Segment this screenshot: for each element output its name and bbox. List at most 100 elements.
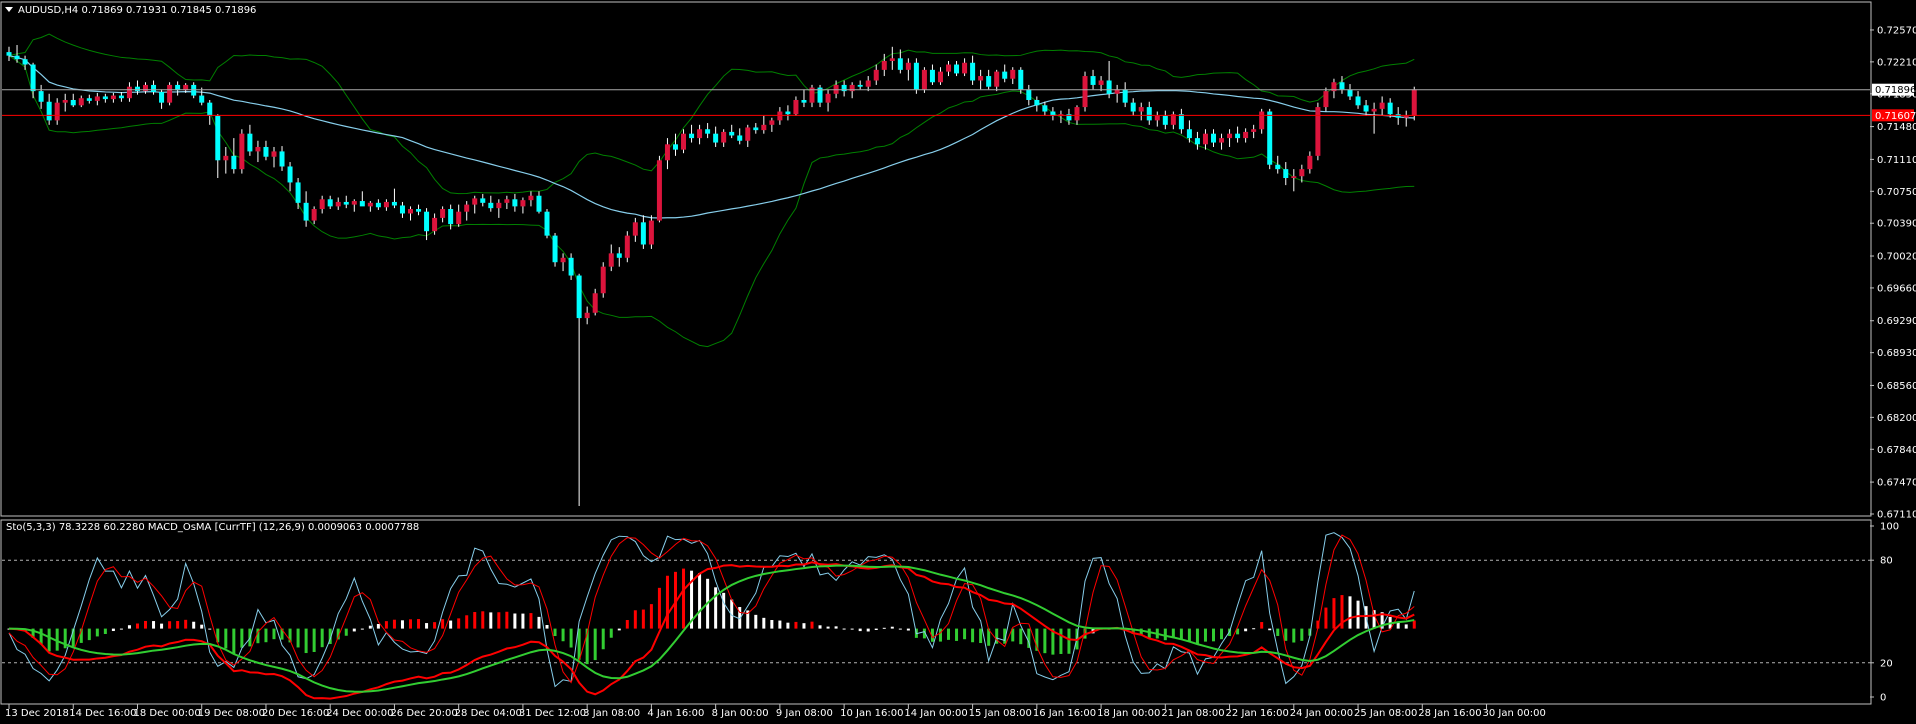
bear-candle bbox=[857, 84, 863, 87]
bear-candle bbox=[1178, 114, 1184, 130]
bull-candle bbox=[496, 202, 502, 209]
bull-candle bbox=[994, 71, 1000, 87]
bear-candle bbox=[134, 86, 140, 92]
osma-bar bbox=[1067, 628, 1071, 654]
bear-candle bbox=[897, 58, 903, 70]
bull-candle bbox=[632, 222, 638, 236]
bear-candle bbox=[753, 127, 759, 131]
time-tick-label: 26 Dec 20:00 bbox=[390, 708, 457, 719]
bull-candle bbox=[456, 211, 462, 225]
bull-candle bbox=[94, 96, 100, 101]
osma-bar bbox=[553, 628, 557, 637]
osma-bar bbox=[1187, 628, 1191, 642]
osma-bar bbox=[103, 628, 107, 634]
bear-candle bbox=[1026, 89, 1032, 100]
osma-bar bbox=[963, 628, 967, 640]
bull-candle bbox=[167, 84, 173, 103]
bear-candle bbox=[1146, 107, 1152, 121]
bear-candle bbox=[215, 115, 221, 161]
osma-bar bbox=[513, 613, 517, 629]
bear-candle bbox=[359, 201, 365, 207]
osc-tick-label: 100 bbox=[1880, 522, 1899, 533]
time-tick-label: 8 Jan 00:00 bbox=[712, 708, 769, 719]
bear-candle bbox=[247, 133, 253, 152]
osma-bar bbox=[497, 612, 501, 629]
bull-candle bbox=[432, 217, 438, 232]
osma-bar bbox=[111, 628, 115, 632]
osma-bar bbox=[376, 623, 380, 629]
price-tick-label: 0.69660 bbox=[1877, 283, 1916, 294]
bull-candle bbox=[1307, 155, 1313, 170]
osma-bar bbox=[441, 619, 445, 629]
bear-candle bbox=[343, 201, 349, 205]
osma-bar bbox=[1268, 628, 1272, 631]
price-pane-frame bbox=[0, 1, 1872, 517]
osma-bar bbox=[1179, 628, 1183, 640]
osma-bar bbox=[489, 612, 493, 629]
osma-bar bbox=[304, 628, 308, 654]
bear-candle bbox=[729, 131, 735, 136]
osma-bar bbox=[1404, 624, 1408, 629]
osma-bar bbox=[714, 587, 718, 629]
bull-candle bbox=[1291, 176, 1297, 179]
bear-candle bbox=[1355, 96, 1361, 106]
price-tick-label: 0.68200 bbox=[1877, 413, 1916, 424]
collapse-arrow-icon[interactable] bbox=[5, 7, 13, 12]
bear-candle bbox=[705, 129, 711, 134]
bull-candle bbox=[624, 235, 630, 258]
bear-candle bbox=[1042, 105, 1048, 112]
time-tick-label: 25 Jan 08:00 bbox=[1354, 708, 1417, 719]
osma-bar bbox=[898, 628, 902, 630]
osma-bar bbox=[224, 628, 228, 649]
osma-bar bbox=[794, 621, 798, 629]
bull-candle bbox=[319, 199, 325, 210]
trading-chart-window[interactable]: AUDUSD,H4 0.71869 0.71931 0.71845 0.7189… bbox=[0, 0, 1916, 724]
osma-bar bbox=[1332, 598, 1336, 629]
osma-bar bbox=[682, 568, 686, 629]
bear-candle bbox=[1122, 89, 1128, 103]
bull-candle bbox=[54, 102, 60, 121]
bull-candle bbox=[223, 155, 229, 161]
price-pane[interactable]: AUDUSD,H4 0.71869 0.71931 0.71845 0.7189… bbox=[0, 1, 1916, 521]
bear-candle bbox=[737, 135, 743, 141]
bull-candle bbox=[1098, 80, 1104, 85]
bull-candle bbox=[62, 99, 68, 103]
bear-candle bbox=[785, 111, 791, 115]
osma-bar bbox=[1019, 628, 1023, 645]
bear-candle bbox=[488, 202, 494, 209]
osma-bar bbox=[296, 628, 300, 648]
bull-candle bbox=[1379, 102, 1385, 109]
bear-candle bbox=[672, 144, 678, 150]
candlestick-series bbox=[6, 45, 1417, 507]
bear-candle bbox=[424, 211, 430, 232]
bear-candle bbox=[552, 235, 558, 263]
price-tick-label: 0.69290 bbox=[1877, 316, 1916, 327]
time-tick-label: 20 Dec 16:00 bbox=[262, 708, 329, 719]
price-tick-label: 0.71110 bbox=[1877, 155, 1916, 166]
osma-bar bbox=[320, 628, 324, 648]
osma-bar bbox=[47, 628, 51, 652]
bear-candle bbox=[1162, 115, 1168, 125]
bull-candle bbox=[464, 204, 470, 212]
time-tick-label: 16 Jan 16:00 bbox=[1033, 708, 1096, 719]
osma-bar bbox=[192, 621, 196, 629]
bull-candle bbox=[472, 198, 478, 205]
bear-candle bbox=[6, 52, 12, 56]
osma-bar bbox=[127, 625, 131, 629]
osma-bar bbox=[625, 619, 629, 629]
osma-bar bbox=[947, 628, 951, 640]
bear-candle bbox=[616, 253, 622, 258]
bear-candle bbox=[159, 92, 165, 103]
osma-bar bbox=[810, 621, 814, 629]
osma-bar bbox=[87, 628, 91, 641]
osma-bar bbox=[545, 625, 549, 629]
osma-bar bbox=[521, 613, 525, 629]
bull-candle bbox=[1251, 129, 1257, 132]
bear-candle bbox=[1034, 99, 1040, 106]
indicator-pane[interactable]: Sto(5,3,3) 78.3228 60.2280 MACD_OsMA [Cu… bbox=[0, 519, 1899, 705]
osma-bar bbox=[1043, 628, 1047, 654]
osma-bar bbox=[465, 615, 469, 629]
bull-candle bbox=[311, 209, 317, 221]
bear-candle bbox=[207, 102, 213, 116]
bull-candle bbox=[1403, 115, 1409, 118]
